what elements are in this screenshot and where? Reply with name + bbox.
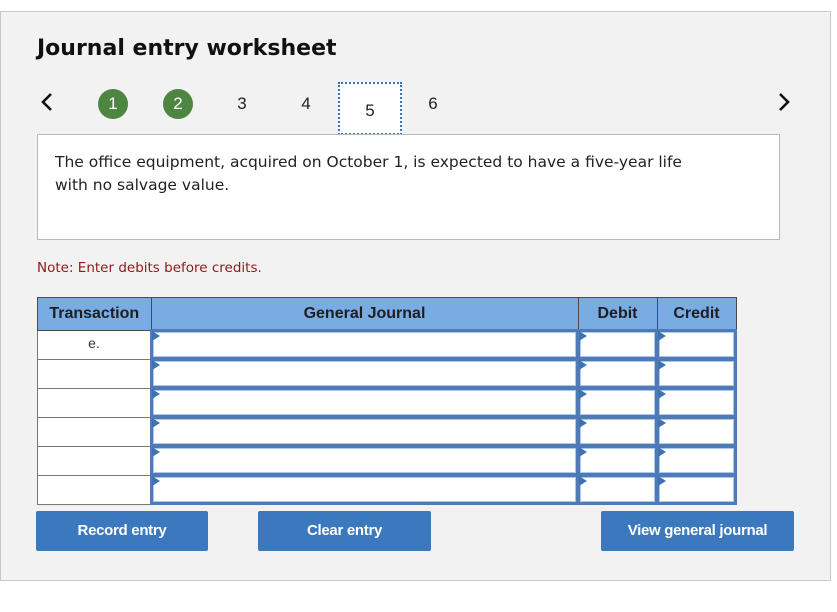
worksheet-panel: Journal entry worksheet 1 2 3 4 5 6 The …: [0, 11, 831, 581]
transaction-cell: [37, 387, 152, 418]
credit-field[interactable]: [656, 387, 737, 418]
prev-button[interactable]: [35, 87, 59, 117]
dropdown-flag-icon: [152, 476, 160, 486]
step-4[interactable]: 4: [291, 89, 321, 119]
input-flag-icon: [658, 360, 666, 370]
account-field[interactable]: [150, 474, 579, 505]
debit-field[interactable]: [577, 445, 658, 476]
step-2[interactable]: 2: [163, 89, 193, 119]
table-row: [37, 474, 737, 505]
dropdown-flag-icon: [152, 331, 160, 341]
step-6[interactable]: 6: [418, 89, 448, 119]
column-header-general-journal: General Journal: [150, 297, 579, 331]
transaction-cell: e.: [37, 329, 152, 360]
instruction-note: Note: Enter debits before credits.: [37, 260, 262, 276]
question-box: The office equipment, acquired on Octobe…: [37, 134, 780, 240]
debit-field[interactable]: [577, 387, 658, 418]
dropdown-flag-icon: [152, 418, 160, 428]
account-field[interactable]: [150, 387, 579, 418]
clear-entry-button[interactable]: Clear entry: [258, 511, 431, 551]
page-title: Journal entry worksheet: [37, 36, 337, 61]
transaction-cell: [37, 358, 152, 389]
chevron-left-icon: [41, 93, 52, 111]
next-button[interactable]: [772, 87, 796, 117]
input-flag-icon: [658, 389, 666, 399]
column-header-credit: Credit: [656, 297, 737, 331]
transaction-cell: [37, 474, 152, 505]
input-flag-icon: [579, 476, 587, 486]
input-flag-icon: [579, 418, 587, 428]
step-5-current[interactable]: 5: [338, 82, 402, 135]
question-text: The office equipment, acquired on Octobe…: [55, 153, 682, 194]
input-flag-icon: [579, 360, 587, 370]
credit-field[interactable]: [656, 358, 737, 389]
column-header-debit: Debit: [577, 297, 658, 331]
table-row: e.: [37, 329, 737, 360]
debit-field[interactable]: [577, 329, 658, 360]
debit-field[interactable]: [577, 416, 658, 447]
input-flag-icon: [658, 447, 666, 457]
transaction-cell: [37, 416, 152, 447]
table-row: [37, 387, 737, 418]
table-row: [37, 358, 737, 389]
credit-field[interactable]: [656, 416, 737, 447]
table-row: [37, 416, 737, 447]
input-flag-icon: [579, 447, 587, 457]
input-flag-icon: [579, 331, 587, 341]
column-header-transaction: Transaction: [37, 297, 152, 331]
journal-table: Transaction General Journal Debit Credit…: [37, 297, 737, 505]
dropdown-flag-icon: [152, 360, 160, 370]
input-flag-icon: [658, 331, 666, 341]
transaction-cell: [37, 445, 152, 476]
debit-field[interactable]: [577, 474, 658, 505]
dropdown-flag-icon: [152, 447, 160, 457]
dropdown-flag-icon: [152, 389, 160, 399]
account-field[interactable]: [150, 358, 579, 389]
credit-field[interactable]: [656, 474, 737, 505]
input-flag-icon: [658, 418, 666, 428]
step-1[interactable]: 1: [98, 89, 128, 119]
table-row: [37, 445, 737, 476]
input-flag-icon: [658, 476, 666, 486]
record-entry-button[interactable]: Record entry: [36, 511, 208, 551]
account-field[interactable]: [150, 329, 579, 360]
input-flag-icon: [579, 389, 587, 399]
account-field[interactable]: [150, 445, 579, 476]
account-field[interactable]: [150, 416, 579, 447]
credit-field[interactable]: [656, 445, 737, 476]
credit-field[interactable]: [656, 329, 737, 360]
chevron-right-icon: [779, 93, 790, 111]
debit-field[interactable]: [577, 358, 658, 389]
step-3[interactable]: 3: [227, 89, 257, 119]
view-general-journal-button[interactable]: View general journal: [601, 511, 794, 551]
